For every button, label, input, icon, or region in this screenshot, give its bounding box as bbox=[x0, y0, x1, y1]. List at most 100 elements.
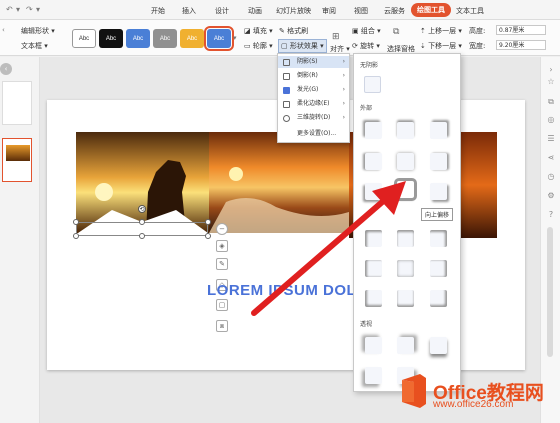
resize-handle[interactable] bbox=[139, 219, 145, 225]
help-icon[interactable]: ? bbox=[546, 210, 556, 220]
slide-thumbnail-2[interactable] bbox=[2, 138, 32, 182]
menu-item-label: 柔化边缘(E) bbox=[297, 100, 330, 107]
sunset-photo-1[interactable] bbox=[76, 132, 209, 233]
no-shadow-heading: 无阴影 bbox=[360, 62, 379, 69]
tab-insert[interactable]: 插入 bbox=[182, 6, 196, 16]
shadow-option-perspective[interactable] bbox=[397, 337, 414, 354]
tab-cloud[interactable]: 云服务 bbox=[384, 6, 405, 16]
menu-item-reflection[interactable]: 倒影(R) › bbox=[278, 70, 349, 82]
settings-icon[interactable]: ⚙ bbox=[546, 191, 556, 201]
resize-handle[interactable] bbox=[73, 233, 79, 239]
shadow-option-inner[interactable] bbox=[430, 260, 447, 277]
outline-button[interactable]: ▭ 轮廓 ▾ bbox=[244, 41, 273, 51]
shadow-option-outer[interactable] bbox=[365, 153, 382, 170]
chevron-left-icon[interactable]: ‹ bbox=[2, 26, 5, 34]
tab-review[interactable]: 审阅 bbox=[322, 6, 336, 16]
group-button[interactable]: ▣ 组合 ▾ bbox=[352, 26, 381, 36]
style-swatch-4[interactable]: Abc bbox=[153, 29, 177, 48]
selection-pane-icon[interactable]: ⧉ bbox=[393, 27, 399, 37]
submenu-arrow-icon: › bbox=[342, 58, 345, 65]
style-swatch-6[interactable]: Abc bbox=[204, 26, 234, 51]
shadow-option-perspective[interactable] bbox=[365, 337, 382, 354]
undo-icon[interactable]: ↶ bbox=[6, 5, 13, 14]
bring-forward-button[interactable]: ⇡ 上移一层 ▾ bbox=[420, 26, 462, 36]
tab-view[interactable]: 视图 bbox=[354, 6, 368, 16]
width-value: 9.20厘米 bbox=[499, 42, 525, 49]
tab-animation[interactable]: 动画 bbox=[248, 6, 262, 16]
right-tool-bar: › ☆ ⧉ ◎ ☰ ⋖ ◷ ⚙ ? bbox=[540, 57, 560, 423]
collapse-icon[interactable]: › bbox=[546, 65, 556, 75]
menu-item-shadow[interactable]: 阴影(S) › bbox=[278, 56, 349, 68]
dropdown-icon[interactable]: ▾ bbox=[16, 5, 20, 14]
rotate-label: 旋转 bbox=[360, 42, 375, 50]
layers-icon[interactable]: ◈ bbox=[216, 240, 228, 252]
style-swatch-2[interactable]: Abc bbox=[99, 29, 123, 48]
collapse-panel-icon[interactable]: ‹ bbox=[0, 63, 12, 75]
shadow-option-inner[interactable] bbox=[430, 230, 447, 247]
frame-icon[interactable]: ▢ bbox=[216, 299, 228, 311]
rotate-button[interactable]: ⟳ 旋转 ▾ bbox=[352, 41, 380, 51]
edit-shape-button[interactable]: 编辑形状 ▾ bbox=[21, 26, 55, 36]
pen-icon[interactable]: ✎ bbox=[216, 258, 228, 270]
resize-handle[interactable] bbox=[205, 233, 211, 239]
shadow-option-outer[interactable] bbox=[430, 122, 447, 139]
crop-icon[interactable]: ⧈ bbox=[216, 320, 228, 332]
redo-icon[interactable]: ↷ bbox=[26, 5, 33, 14]
menu-item-more-settings[interactable]: 更多设置(O)... bbox=[278, 128, 349, 140]
menu-item-glow[interactable]: 发光(G) › bbox=[278, 84, 349, 96]
tab-drawing-tools[interactable]: 绘图工具 bbox=[411, 3, 451, 17]
style-swatch-1[interactable]: Abc bbox=[72, 29, 96, 48]
shadow-option-outer[interactable] bbox=[365, 122, 382, 139]
text-box-button[interactable]: 文本框 ▾ bbox=[21, 41, 48, 51]
tab-text-tools[interactable]: 文本工具 bbox=[456, 6, 484, 16]
shadow-option-outer[interactable] bbox=[397, 122, 414, 139]
menu-item-3d-rotation[interactable]: 三维旋转(D) › bbox=[278, 112, 349, 124]
minus-icon[interactable]: − bbox=[216, 223, 228, 235]
shape-effects-menu: 阴影(S) › 倒影(R) › 发光(G) › 柔化边缘(E) › 三维旋转(D… bbox=[277, 53, 350, 143]
shadow-option-outer[interactable] bbox=[430, 153, 447, 170]
scrollbar[interactable] bbox=[547, 227, 553, 357]
align-label: 对齐 bbox=[330, 45, 344, 53]
shadow-option-perspective[interactable] bbox=[430, 337, 447, 354]
slide-thumbnail-1[interactable] bbox=[2, 81, 32, 125]
style-icon[interactable]: ◎ bbox=[546, 115, 556, 125]
tab-home[interactable]: 开始 bbox=[151, 6, 165, 16]
swatch-label: Abc bbox=[213, 35, 225, 42]
format-painter-button[interactable]: ✎ 格式刷 bbox=[279, 26, 308, 36]
shape-effects-button[interactable]: ▢ 形状效果 ▾ bbox=[278, 39, 327, 53]
send-backward-label: 下移一层 bbox=[428, 42, 457, 50]
more-styles-icon[interactable]: ▾ bbox=[233, 34, 237, 42]
dropdown-icon[interactable]: ▾ bbox=[36, 5, 40, 14]
tab-slideshow[interactable]: 幻灯片放映 bbox=[276, 6, 311, 16]
copy-icon[interactable]: ⧉ bbox=[546, 97, 556, 107]
glow-icon bbox=[283, 87, 290, 94]
resize-handle[interactable] bbox=[205, 219, 211, 225]
shapes-icon[interactable]: ☆ bbox=[546, 77, 556, 87]
reflection-icon bbox=[283, 73, 290, 80]
resize-handle[interactable] bbox=[73, 219, 79, 225]
fill-label: 填充 bbox=[252, 27, 267, 35]
rotate-handle-icon[interactable]: ⟲ bbox=[138, 205, 146, 213]
menu-item-soft-edges[interactable]: 柔化边缘(E) › bbox=[278, 98, 349, 110]
swatch-label: Abc bbox=[78, 35, 90, 42]
style-swatch-3[interactable]: Abc bbox=[126, 29, 150, 48]
send-backward-button[interactable]: ⇣ 下移一层 ▾ bbox=[420, 41, 462, 51]
shadow-option-perspective[interactable] bbox=[365, 367, 382, 384]
properties-icon[interactable]: ☰ bbox=[546, 134, 556, 144]
swatch-label: Abc bbox=[105, 35, 117, 42]
resize-handle[interactable] bbox=[139, 233, 145, 239]
fill-button[interactable]: ◪ 填充 ▾ bbox=[244, 26, 273, 36]
shadow-option-outer[interactable] bbox=[397, 153, 414, 170]
shadow-option-none[interactable] bbox=[364, 76, 381, 93]
height-input[interactable]: 0.87厘米 bbox=[496, 25, 546, 35]
submenu-arrow-icon: › bbox=[342, 114, 345, 121]
style-swatch-5[interactable]: Abc bbox=[180, 29, 204, 48]
align-icon[interactable]: ⊞ bbox=[332, 32, 340, 42]
shadow-icon bbox=[283, 59, 290, 66]
shadow-option-inner[interactable] bbox=[430, 290, 447, 307]
history-icon[interactable]: ◷ bbox=[546, 172, 556, 182]
shadow-option-outer[interactable] bbox=[430, 183, 447, 200]
share-icon[interactable]: ⋖ bbox=[546, 153, 556, 163]
tab-design[interactable]: 设计 bbox=[215, 6, 229, 16]
width-input[interactable]: 9.20厘米 bbox=[496, 40, 546, 50]
